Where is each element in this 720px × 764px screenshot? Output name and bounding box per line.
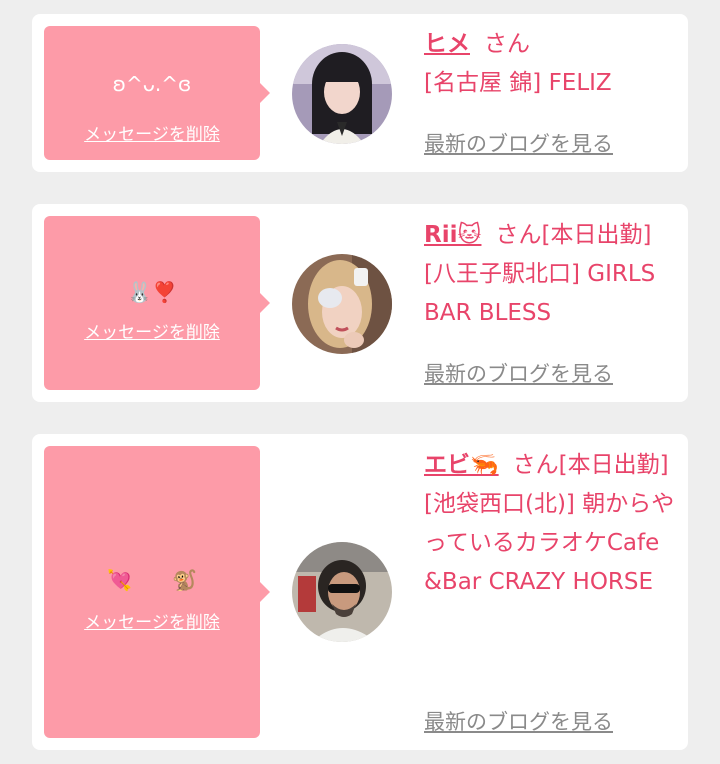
message-text: 🐰❣️	[127, 280, 177, 304]
message-card: 🐰❣️ メッセージを削除 Rii🐱 さん[本日出勤] [八王子駅北口] GIRLS…	[32, 204, 688, 402]
honorific: さん	[495, 222, 542, 248]
latest-blog-link[interactable]: 最新のブログを見る	[424, 358, 613, 388]
cast-name-link[interactable]: Rii🐱	[424, 222, 481, 248]
cast-info: ヒメ さん [名古屋 錦] FELIZ	[424, 25, 676, 103]
latest-blog-link[interactable]: 最新のブログを見る	[424, 706, 613, 736]
message-text: ʚ^ᴗ.^ɞ	[112, 72, 192, 96]
delete-message-link[interactable]: メッセージを削除	[44, 120, 260, 145]
cast-name-link[interactable]: ヒメ	[424, 31, 470, 57]
shop-name: [池袋西口(北)] 朝からやっているカラオケCafe&Bar CRAZY HOR…	[424, 491, 675, 595]
honorific: さん	[512, 452, 559, 478]
message-bubble: 🐰❣️ メッセージを削除	[44, 216, 270, 390]
delete-message-link[interactable]: メッセージを削除	[44, 318, 260, 343]
cast-name-link[interactable]: エビ🦐	[424, 452, 499, 478]
shop-name: [名古屋 錦] FELIZ	[424, 70, 612, 96]
delete-message-link[interactable]: メッセージを削除	[44, 608, 260, 633]
cast-info: エビ🦐 さん[本日出勤] [池袋西口(北)] 朝からやっているカラオケCafe&B…	[424, 446, 676, 602]
message-bubble: ʚ^ᴗ.^ɞ メッセージを削除	[44, 26, 270, 160]
cast-info: Rii🐱 さん[本日出勤] [八王子駅北口] GIRLS BAR BLESS	[424, 216, 676, 333]
latest-blog-link[interactable]: 最新のブログを見る	[424, 128, 613, 158]
message-card: ʚ^ᴗ.^ɞ メッセージを削除 ヒメ さん [名古屋 錦] FELIZ 最新のブロ…	[32, 14, 688, 172]
attendance-status: [本日出勤]	[558, 452, 669, 478]
message-card: 💘 🐒 メッセージを削除 エビ🦐 さん[本日出勤] [池袋西口(北)] 朝からやっ…	[32, 434, 688, 750]
message-text: 💘 🐒	[107, 568, 197, 592]
avatar[interactable]	[292, 542, 392, 642]
shop-name: [八王子駅北口] GIRLS BAR BLESS	[424, 261, 656, 326]
honorific: さん	[484, 31, 530, 57]
message-bubble: 💘 🐒 メッセージを削除	[44, 446, 270, 738]
attendance-status: [本日出勤]	[541, 222, 652, 248]
avatar[interactable]	[292, 44, 392, 144]
message-feed: ʚ^ᴗ.^ɞ メッセージを削除 ヒメ さん [名古屋 錦] FELIZ 最新のブロ…	[0, 0, 720, 764]
avatar[interactable]	[292, 254, 392, 354]
